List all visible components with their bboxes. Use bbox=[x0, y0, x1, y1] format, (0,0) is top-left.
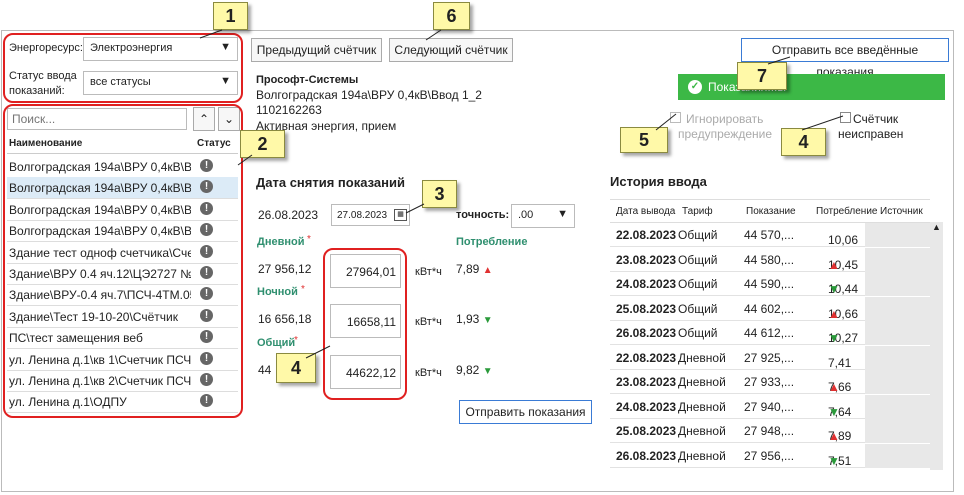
callout-pointers bbox=[199, 29, 844, 359]
